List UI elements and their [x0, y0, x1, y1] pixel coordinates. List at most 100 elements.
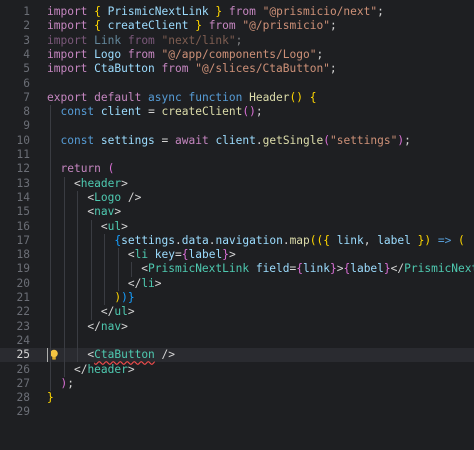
code-line-5[interactable]: 5 import CtaButton from "@/slices/CtaButt…	[0, 62, 474, 76]
code-token: from	[154, 62, 196, 76]
code-token: data	[181, 233, 209, 247]
code-token: ()	[242, 105, 256, 119]
code-token: client	[100, 105, 142, 119]
code-line-20[interactable]: 20 </li>	[0, 277, 474, 291]
code-token: ;	[235, 33, 243, 47]
code-line-23[interactable]: 23 </nav>	[0, 320, 474, 334]
code-line-18[interactable]: 18 <li key={label}>	[0, 248, 474, 262]
code-line-13[interactable]: 13 <header>	[0, 177, 474, 191]
code-token: const	[60, 133, 101, 147]
code-token: (	[107, 162, 115, 176]
code-token: getSingle	[262, 133, 324, 147]
code-line-8[interactable]: 8 const client = createClient();	[0, 105, 474, 119]
code-line-14[interactable]: 14 <Logo />	[0, 191, 474, 205]
code-token: <	[100, 219, 108, 233]
line-number: 10	[16, 133, 30, 147]
code-text: import { PrismicNextLink } from "@prismi…	[47, 5, 384, 19]
code-text: <header>	[47, 177, 128, 191]
code-token: >	[154, 276, 162, 290]
code-token: </	[127, 276, 142, 290]
code-token: link	[303, 262, 330, 276]
code-line-4[interactable]: 4 import Logo from "@/app/components/Logo…	[0, 48, 474, 62]
code-line-15[interactable]: 15 <nav>	[0, 205, 474, 219]
code-token: =	[141, 105, 162, 119]
code-line-16[interactable]: 16 <ul>	[0, 220, 474, 234]
code-token: {	[94, 5, 108, 18]
code-line-6[interactable]: 6	[0, 77, 474, 91]
code-line-19[interactable]: 19 <PrismicNextLink field={link}>{label}…	[0, 262, 474, 276]
code-line-11[interactable]: 11	[0, 148, 474, 162]
code-line-17[interactable]: 17 {settings.data.navigation.map(({ link…	[0, 234, 474, 248]
code-token: )}	[121, 291, 135, 304]
code-line-10[interactable]: 10 const settings = await client.getSing…	[0, 134, 474, 148]
line-number: 18	[16, 248, 30, 262]
code-line-24[interactable]: 24	[0, 334, 474, 348]
code-line-26[interactable]: 26 </header>	[0, 363, 474, 377]
code-token: }	[47, 391, 54, 405]
code-token: .	[255, 133, 263, 147]
line-number: 20	[16, 276, 30, 290]
code-token: CtaButton	[94, 62, 155, 76]
code-token: (	[323, 133, 330, 147]
code-line-9[interactable]: 9	[0, 119, 474, 133]
indent-guide	[104, 233, 106, 306]
code-line-28[interactable]: 28}	[0, 391, 474, 405]
line-number: 26	[16, 362, 30, 376]
code-line-7[interactable]: 7 export default async function Header() …	[0, 91, 474, 105]
code-token: >	[127, 362, 135, 376]
line-number: 21	[16, 291, 30, 304]
code-line-3[interactable]: 3 import Link from "next/link";	[0, 34, 474, 48]
indent-guide	[63, 176, 65, 377]
line-number: 15	[16, 205, 30, 219]
code-token: navigation	[215, 233, 283, 247]
code-token: header	[87, 362, 128, 376]
code-text: <PrismicNextLink field={link}>{label}</P…	[47, 262, 474, 276]
line-number: 6	[23, 76, 30, 90]
code-text: <nav>	[47, 205, 121, 219]
line-number: 11	[16, 148, 30, 161]
code-line-22[interactable]: 22 </ul>	[0, 305, 474, 319]
code-editor[interactable]: 1 import { PrismicNextLink } from "@prism…	[0, 0, 474, 450]
code-line-27[interactable]: 27 );	[0, 377, 474, 391]
code-token: <	[73, 176, 81, 190]
code-token: "@/prismicio"	[242, 19, 330, 33]
code-token: import	[47, 19, 95, 33]
line-number: 16	[16, 219, 30, 233]
code-text: import CtaButton from "@/slices/CtaButto…	[47, 62, 337, 76]
code-token: label	[188, 248, 223, 262]
code-token: async	[148, 90, 189, 104]
code-token: default	[94, 90, 149, 104]
code-token: ;	[329, 19, 337, 33]
code-line-2[interactable]: 2 import { createClient } from "@/prismic…	[0, 19, 474, 33]
code-text: import Link from "next/link";	[47, 34, 242, 48]
line-number: 17	[16, 233, 30, 247]
code-token: return	[60, 162, 108, 176]
code-text: }	[47, 391, 54, 405]
code-token: >	[121, 219, 128, 233]
code-line-29[interactable]: 29	[0, 405, 474, 419]
code-text: return (	[47, 162, 114, 176]
code-token: "@/app/components/Logo"	[161, 47, 317, 61]
code-line-12[interactable]: 12 return (	[0, 162, 474, 176]
code-line-25[interactable]: 25 <CtaButton />	[0, 348, 474, 363]
code-token: }	[208, 5, 223, 18]
code-token: <	[127, 248, 135, 262]
code-token: >	[121, 176, 128, 190]
code-token: import	[47, 47, 95, 61]
code-token: />	[121, 190, 142, 204]
code-token: PrismicNextLink	[148, 262, 256, 276]
code-text: <Logo />	[47, 191, 141, 205]
line-number: 9	[23, 119, 30, 133]
code-token: from	[121, 47, 162, 61]
code-line-21[interactable]: 21 ))}	[0, 291, 474, 305]
code-token: </	[100, 305, 115, 319]
code-token: ;	[67, 376, 74, 390]
code-token: await	[175, 133, 216, 147]
line-number: 29	[16, 405, 30, 419]
code-line-1[interactable]: 1 import { PrismicNextLink } from "@prism…	[0, 5, 474, 19]
code-token: Header	[249, 90, 290, 104]
